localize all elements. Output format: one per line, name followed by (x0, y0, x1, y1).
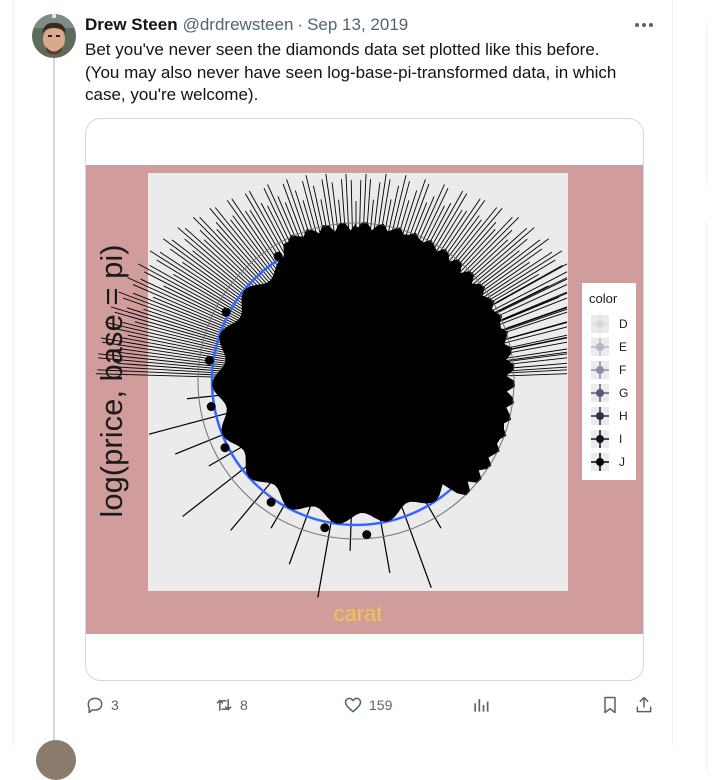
tweet-text-line: case, you're welcome). (85, 85, 259, 104)
retweet-button[interactable]: 8 (214, 692, 248, 718)
y-axis-label: log(price, base = pi) (94, 244, 129, 517)
thread-connector-line (53, 58, 55, 746)
legend-key-dot (596, 366, 604, 374)
author-avatar[interactable] (32, 14, 76, 58)
like-button[interactable]: 159 (343, 692, 392, 718)
bookmark-button[interactable] (600, 692, 620, 718)
like-count: 159 (369, 697, 393, 713)
more-options-icon[interactable] (632, 14, 656, 36)
author-name[interactable]: Drew Steen (85, 15, 178, 35)
legend-label: J (619, 455, 625, 469)
chart-point (351, 226, 361, 236)
tweet-actions: 3 8 159 (85, 692, 660, 718)
chart-point (221, 307, 231, 317)
timeline-border-right (672, 0, 673, 746)
timeline-border-left (13, 0, 14, 746)
legend-label: F (619, 363, 626, 377)
side-panel-card (706, 215, 712, 777)
tweet-text-line: (You may also never have seen log-base-p… (85, 62, 617, 82)
legend-key-dot (596, 458, 604, 466)
legend-label: H (619, 409, 628, 423)
chart-point (320, 523, 330, 533)
tweet-text-line: Bet you've never seen the diamonds data … (85, 40, 600, 59)
chart-point (266, 497, 276, 507)
legend-key-dot (596, 389, 604, 397)
author-handle[interactable]: @drdrewsteen (183, 15, 294, 35)
legend-key-dot (596, 343, 604, 351)
chart-point (362, 530, 372, 540)
retweet-count: 8 (240, 697, 248, 713)
analytics-icon (471, 695, 491, 715)
legend-key-dot (596, 320, 604, 328)
tweet-media-image[interactable]: log(price, base = pi) carat color DEFGHI… (85, 118, 644, 681)
legend-label: D (619, 317, 628, 331)
header-separator: · (297, 15, 304, 34)
chart-legend: color DEFGHIJ (582, 283, 636, 480)
legend-title: color (589, 291, 618, 306)
reply-icon (85, 695, 105, 715)
share-icon (634, 695, 654, 715)
retweet-icon (214, 695, 234, 715)
legend-label: G (619, 386, 628, 400)
analytics-button[interactable] (471, 692, 491, 718)
bookmark-icon (600, 695, 620, 715)
share-button[interactable] (634, 692, 654, 718)
legend-key-dot (596, 435, 604, 443)
chart-point (206, 402, 216, 412)
side-panel-card (706, 18, 712, 190)
legend-label: E (619, 340, 627, 354)
tweet-header: Drew Steen @drdrewsteen · Sep 13, 2019 (85, 14, 408, 36)
legend-key-dot (596, 412, 604, 420)
chart-point (273, 251, 283, 261)
chart-plot: log(price, base = pi) carat color DEFGHI… (86, 165, 643, 634)
x-axis-label: carat (334, 601, 383, 626)
legend-label: I (619, 432, 622, 446)
next-reply-avatar[interactable] (36, 740, 76, 780)
heart-icon (343, 695, 363, 715)
tweet-date[interactable]: Sep 13, 2019 (307, 15, 408, 35)
reply-count: 3 (111, 697, 119, 713)
reply-button[interactable]: 3 (85, 692, 119, 718)
legend-box (582, 283, 636, 480)
chart-point (220, 443, 230, 453)
chart-point (204, 355, 214, 365)
tweet-text: Bet you've never seen the diamonds data … (85, 39, 645, 107)
